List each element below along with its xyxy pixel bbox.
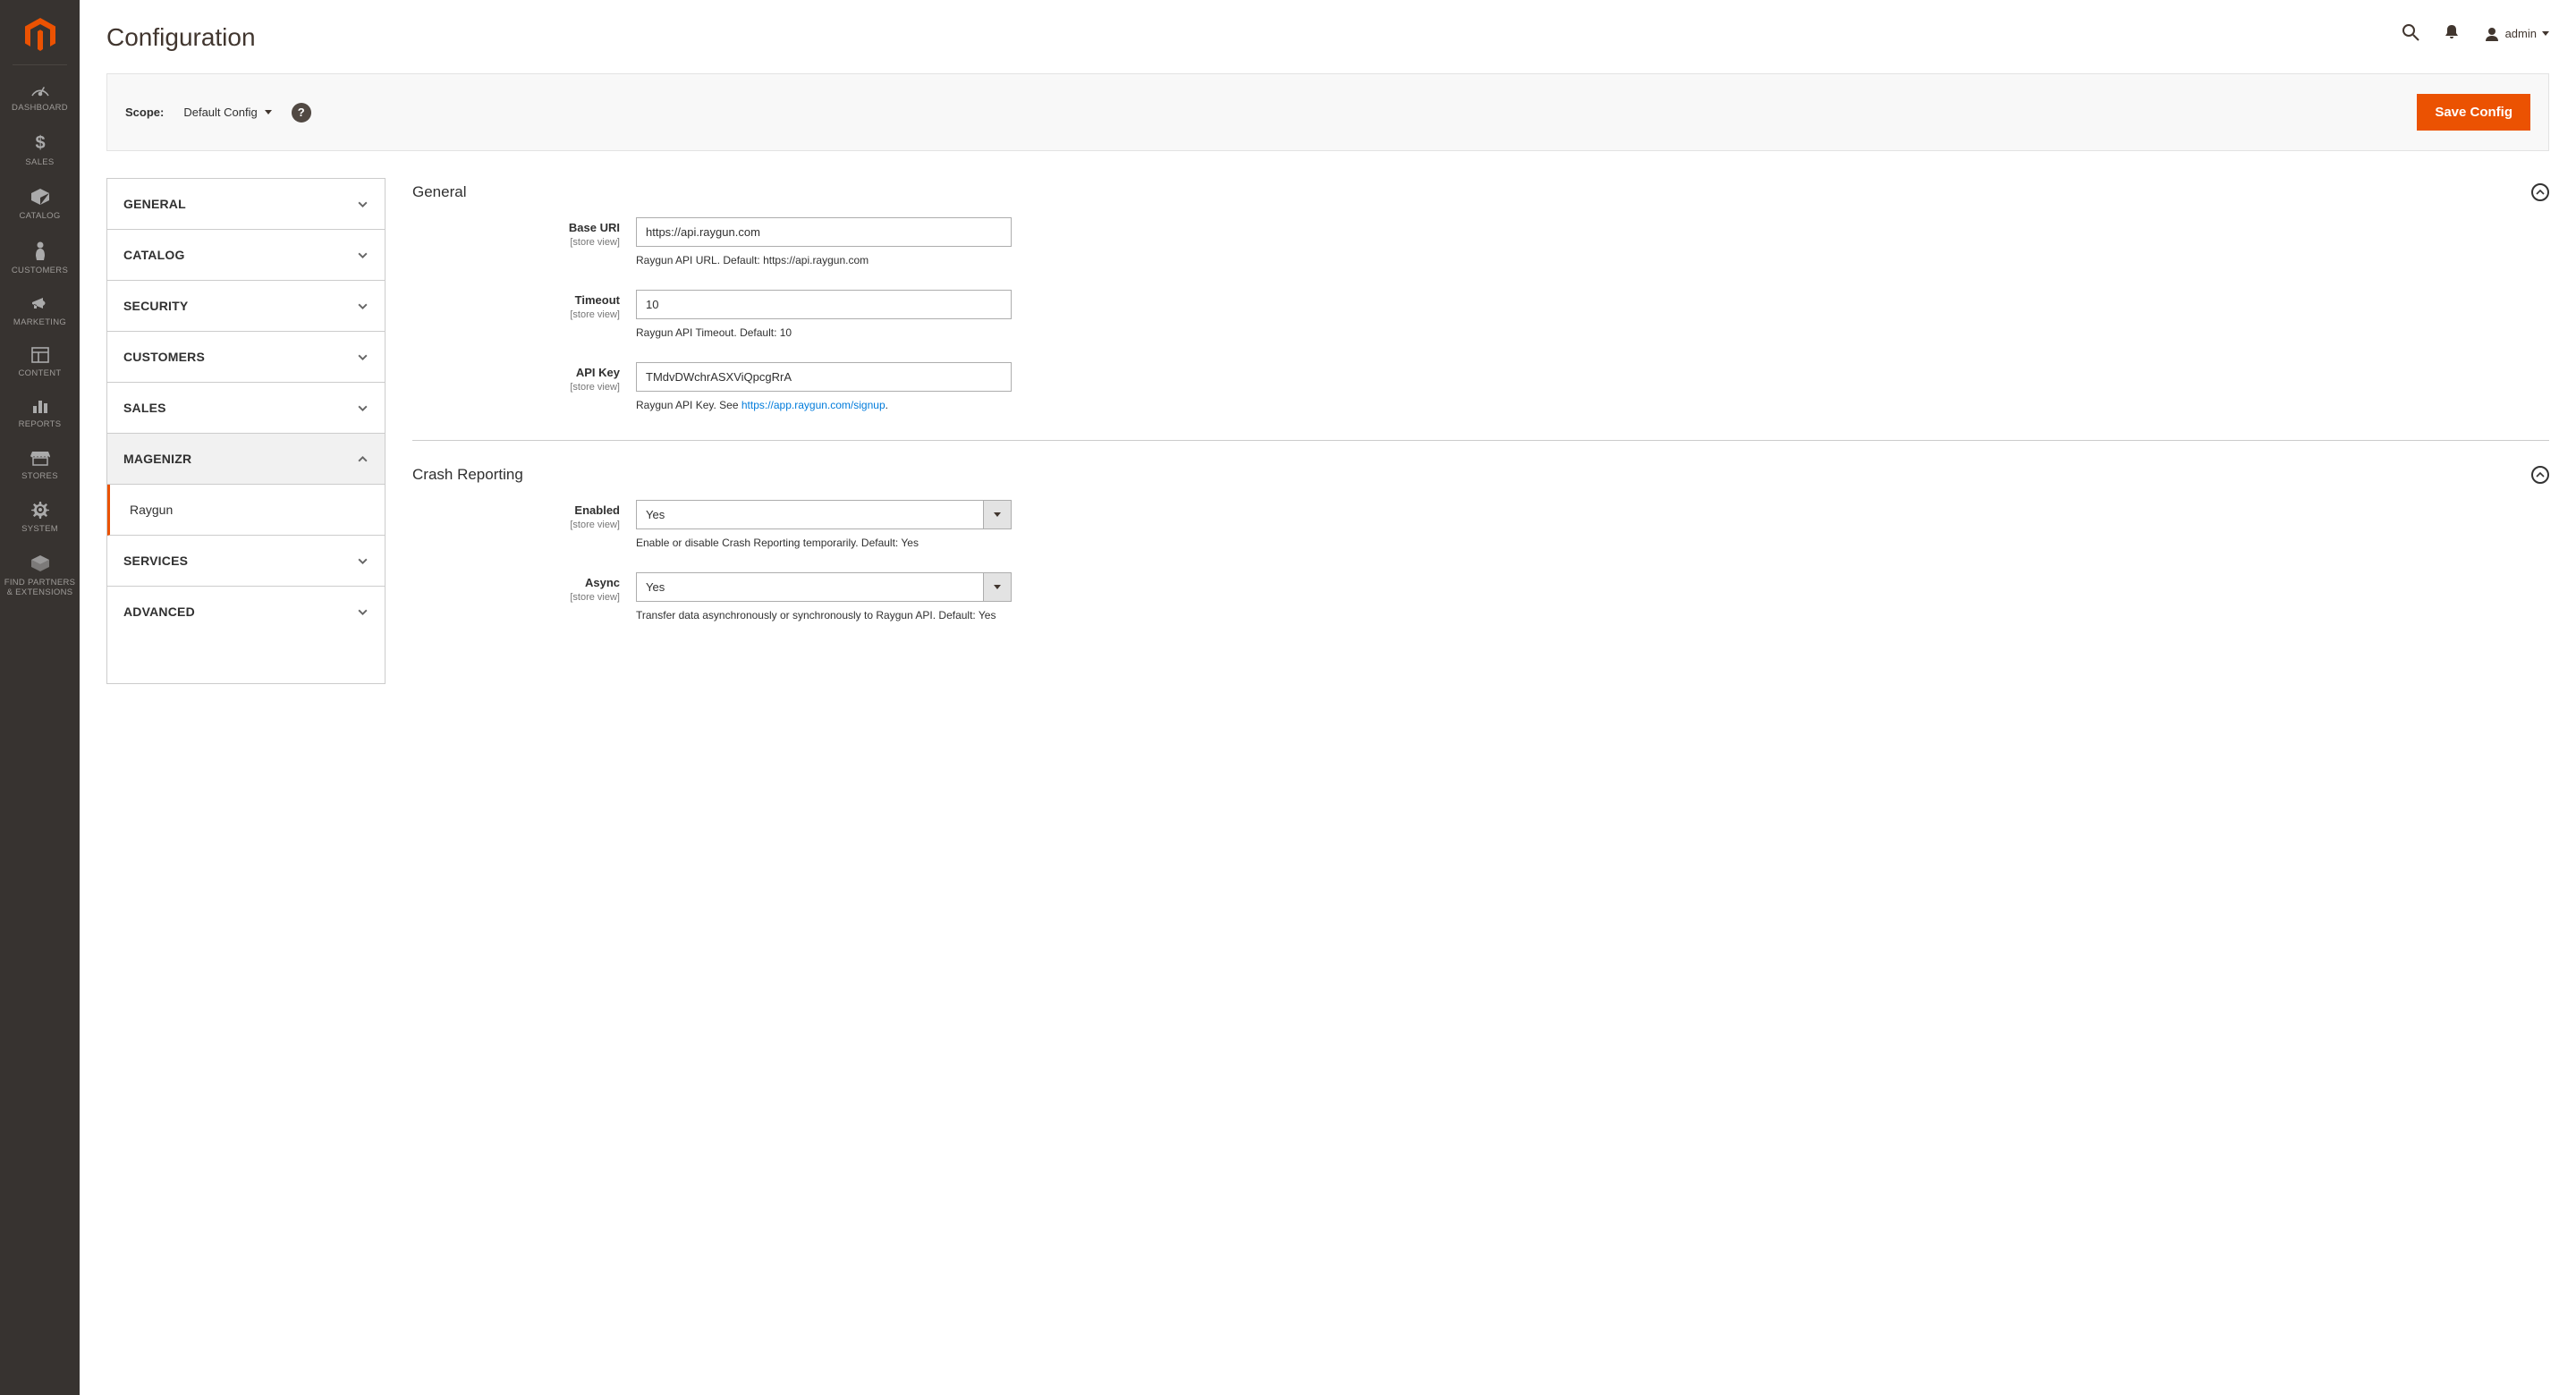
nav-customers[interactable]: CUSTOMERS — [0, 232, 80, 286]
chevron-down-icon — [357, 351, 369, 363]
search-icon[interactable] — [2402, 23, 2419, 44]
config-tab-magenizr[interactable]: MAGENIZR — [107, 434, 385, 485]
config-tab-customers[interactable]: CUSTOMERS — [107, 332, 385, 383]
config-tab-advanced[interactable]: ADVANCED — [107, 587, 385, 637]
dollar-icon: $ — [34, 132, 47, 152]
nav-reports[interactable]: REPORTS — [0, 389, 80, 440]
nav-marketing[interactable]: MARKETING — [0, 287, 80, 338]
async-select[interactable]: Yes — [636, 572, 1012, 602]
field-note: Raygun API Timeout. Default: 10 — [636, 325, 1012, 341]
user-menu[interactable]: admin — [2484, 27, 2549, 41]
box-icon — [30, 188, 50, 206]
user-icon — [2484, 27, 2500, 41]
bell-icon[interactable] — [2445, 24, 2459, 43]
api-key-input[interactable] — [636, 362, 1012, 392]
main-content: Configuration admin Scope: Defaul — [80, 0, 2576, 1395]
collapse-icon — [2531, 466, 2549, 484]
bar-chart-icon — [31, 398, 49, 414]
nav-stores[interactable]: STORES — [0, 441, 80, 492]
svg-text:$: $ — [35, 133, 45, 152]
config-tab-sales[interactable]: SALES — [107, 383, 385, 434]
storefront-icon — [30, 450, 50, 466]
chevron-up-icon — [357, 453, 369, 465]
chevron-down-icon — [357, 249, 369, 261]
chevron-down-icon — [2542, 31, 2549, 36]
nav-content[interactable]: CONTENT — [0, 338, 80, 389]
magento-logo[interactable] — [0, 11, 80, 64]
field-note: Raygun API URL. Default: https://api.ray… — [636, 252, 1012, 268]
scope-select[interactable]: Default Config — [183, 106, 271, 119]
nav-sales[interactable]: $ SALES — [0, 123, 80, 178]
person-icon — [34, 241, 47, 260]
gauge-icon — [30, 81, 50, 97]
save-config-button[interactable]: Save Config — [2417, 94, 2530, 131]
nav-dashboard[interactable]: DASHBOARD — [0, 72, 80, 123]
nav-partners[interactable]: FIND PARTNERS & EXTENSIONS — [0, 545, 80, 609]
timeout-input[interactable] — [636, 290, 1012, 319]
chevron-down-icon — [357, 555, 369, 567]
config-tabs: GENERAL CATALOG SECURITY CUSTOMERS SALES — [106, 178, 386, 684]
field-note: Enable or disable Crash Reporting tempor… — [636, 535, 1012, 551]
nav-catalog[interactable]: CATALOG — [0, 179, 80, 232]
page-title: Configuration — [106, 23, 256, 52]
nav-system[interactable]: SYSTEM — [0, 492, 80, 545]
field-api-key: API Key [store view] Raygun API Key. See… — [412, 362, 2549, 413]
section-crash-reporting: Crash Reporting Enabled [store view] — [412, 461, 2549, 664]
field-note: Transfer data asynchronously or synchron… — [636, 607, 1012, 623]
chevron-down-icon — [357, 199, 369, 210]
section-general: General Base URI [store view] Raygun API — [412, 178, 2549, 441]
config-tab-general[interactable]: GENERAL — [107, 179, 385, 230]
collapse-icon — [2531, 183, 2549, 201]
help-icon[interactable]: ? — [292, 103, 311, 123]
field-note: Raygun API Key. See https://app.raygun.c… — [636, 397, 1012, 413]
gear-icon — [31, 501, 49, 519]
chevron-down-icon — [357, 402, 369, 414]
layout-icon — [31, 347, 49, 363]
config-tab-services[interactable]: SERVICES — [107, 536, 385, 587]
megaphone-icon — [30, 296, 50, 312]
puzzle-icon — [30, 554, 50, 572]
config-sub-raygun[interactable]: Raygun — [107, 485, 385, 536]
base-uri-input[interactable] — [636, 217, 1012, 247]
config-tab-security[interactable]: SECURITY — [107, 281, 385, 332]
chevron-down-icon — [357, 300, 369, 312]
signup-link[interactable]: https://app.raygun.com/signup — [741, 399, 886, 411]
section-header-crash[interactable]: Crash Reporting — [412, 461, 2549, 500]
field-async: Async [store view] Yes Transfer data asy… — [412, 572, 2549, 623]
scope-bar: Scope: Default Config ? Save Config — [106, 73, 2549, 151]
field-enabled: Enabled [store view] Yes Enable or disab… — [412, 500, 2549, 551]
user-name: admin — [2505, 27, 2537, 40]
admin-sidebar: DASHBOARD $ SALES CATALOG CUSTOMERS MARK… — [0, 0, 80, 1395]
scope-label: Scope: — [125, 106, 164, 119]
chevron-down-icon — [357, 606, 369, 618]
field-base-uri: Base URI [store view] Raygun API URL. De… — [412, 217, 2549, 268]
field-timeout: Timeout [store view] Raygun API Timeout.… — [412, 290, 2549, 341]
section-header-general[interactable]: General — [412, 178, 2549, 217]
chevron-down-icon — [265, 110, 272, 114]
config-tab-catalog[interactable]: CATALOG — [107, 230, 385, 281]
enabled-select[interactable]: Yes — [636, 500, 1012, 529]
